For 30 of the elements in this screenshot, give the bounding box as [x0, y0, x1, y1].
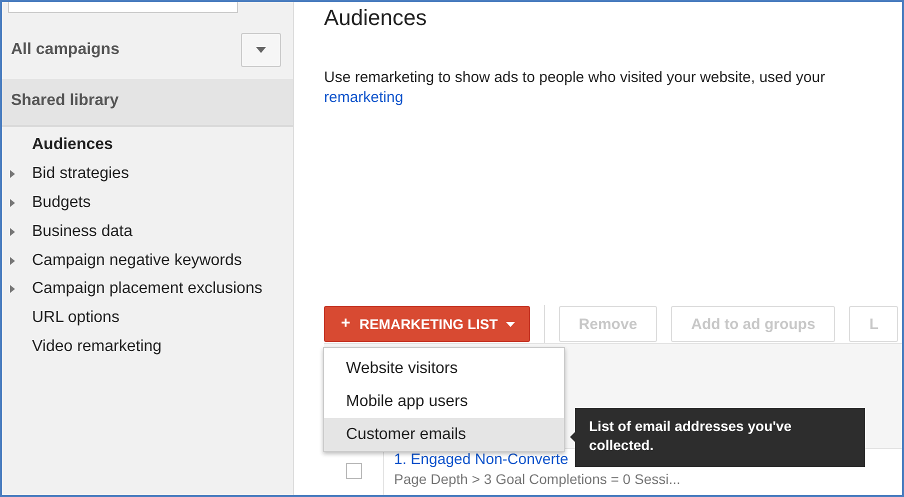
expand-arrow-icon[interactable]: [10, 285, 15, 294]
page-title: Audiences: [324, 5, 428, 31]
shared-library-header[interactable]: Shared library: [2, 79, 293, 127]
caret-icon: [256, 47, 266, 53]
menu-item[interactable]: Mobile app users: [324, 385, 564, 418]
expand-arrow-icon[interactable]: [10, 170, 15, 178]
sidebar-item[interactable]: Campaign placement exclusions: [32, 280, 262, 298]
sidebar-item[interactable]: Budgets: [32, 194, 91, 212]
dropdown-button[interactable]: [241, 33, 281, 67]
expand-arrow-icon[interactable]: [10, 228, 15, 236]
tooltip: List of email addresses you've collected.: [575, 408, 865, 467]
remarketing-link[interactable]: remarketing: [324, 89, 902, 106]
sidebar-item[interactable]: Business data: [32, 222, 133, 241]
caret-icon: [506, 322, 515, 326]
list-rule-text: Page Depth > 3 Goal Completions = 0 Sessi...: [394, 471, 680, 487]
row-checkbox[interactable]: [346, 463, 362, 479]
sidebar-item[interactable]: URL options: [32, 309, 120, 328]
menu-item[interactable]: Website visitors: [324, 352, 564, 385]
sidebar-item[interactable]: Campaign negative keywords: [32, 252, 242, 270]
sidebar-item[interactable]: Bid strategies: [32, 165, 129, 184]
expand-arrow-icon[interactable]: [10, 198, 15, 207]
search-field[interactable]: [8, 2, 238, 13]
remarketing-list-button[interactable]: + REMARKETING LIST: [324, 306, 530, 342]
campaigns-label: All campaigns: [11, 41, 120, 59]
description-text: Use remarketing to show ads to people who visited your website, used your: [324, 69, 826, 86]
tooltip-pointer-icon: [570, 432, 575, 442]
sidebar-item[interactable]: Video remarketing: [32, 338, 162, 356]
menu-item[interactable]: Customer emails: [324, 418, 564, 451]
sidebar-item[interactable]: Audiences: [32, 136, 113, 154]
expand-arrow-icon[interactable]: [10, 256, 15, 265]
